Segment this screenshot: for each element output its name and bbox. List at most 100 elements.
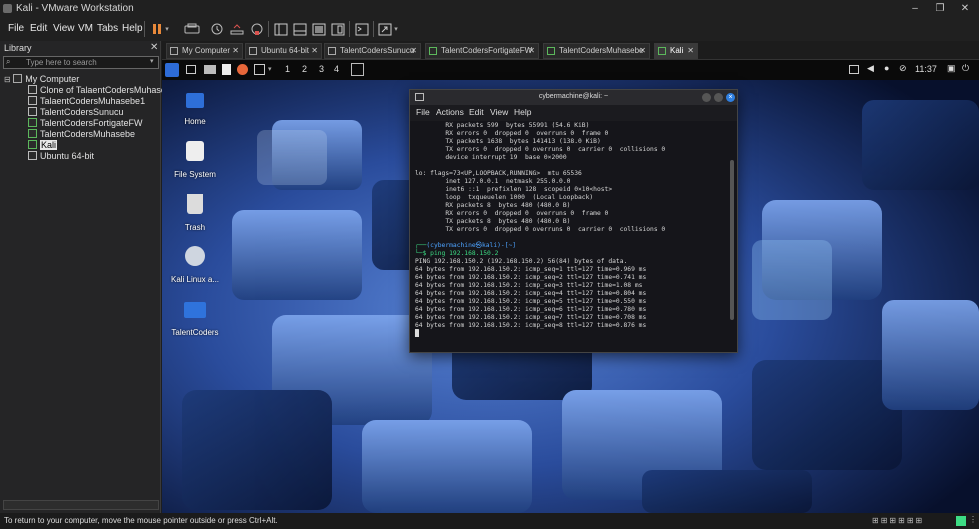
lock-icon[interactable]: ▣	[947, 63, 956, 74]
close-tab-icon[interactable]: ✕	[528, 44, 535, 58]
terminal-menu-file[interactable]: File	[416, 107, 430, 117]
close-tab-icon[interactable]: ✕	[410, 44, 417, 58]
library-panel: Library ✕ Type here to search ⌕ ▾ ⊟ My C…	[0, 41, 181, 513]
close-tab-icon[interactable]: ✕	[639, 44, 646, 58]
library-search-input[interactable]: Type here to search	[3, 56, 159, 69]
trash-icon[interactable]	[187, 194, 203, 214]
snapshot-manager-icon[interactable]	[248, 20, 266, 38]
desktop-talentcoders-label[interactable]: TalentCoders	[165, 328, 225, 337]
vm-icon	[28, 85, 37, 94]
tab-my-computer[interactable]: My Computer ✕	[166, 43, 243, 59]
tree-item-label: TalaentCodersMuhasebe1	[40, 96, 146, 106]
desktop-kali-disc-label[interactable]: Kali Linux a...	[165, 275, 225, 284]
device-status-icons[interactable]: ⊞⊞⊞⊞⊞⊞	[872, 516, 924, 525]
tree-item-fortigatefw[interactable]: TalentCodersFortigateFW	[28, 118, 143, 128]
desktop-file-system-label[interactable]: File System	[165, 170, 225, 179]
menu-file[interactable]: File	[8, 23, 24, 34]
disc-icon[interactable]	[185, 246, 205, 266]
show-library-icon[interactable]	[272, 20, 290, 38]
menu-edit[interactable]: Edit	[30, 23, 47, 34]
tree-item-ubuntu[interactable]: Ubuntu 64-bit	[28, 151, 94, 161]
tab-label: TalentCodersSunucu	[340, 46, 415, 55]
text-editor-icon[interactable]	[222, 64, 231, 75]
tree-item-clone-muhasebe1[interactable]: Clone of TalaentCodersMuhasebe1	[28, 85, 181, 95]
file-manager-icon[interactable]	[204, 65, 216, 74]
terminal-menu-bar: File Actions Edit View Help	[410, 105, 737, 121]
pause-dropdown-icon[interactable]: ▾	[162, 20, 172, 38]
tree-item-kali[interactable]: Kali	[28, 140, 58, 150]
close-library-button[interactable]: ✕	[150, 42, 158, 53]
unity-mode-icon[interactable]	[329, 20, 347, 38]
status-menu-icon[interactable]: ⋮	[969, 515, 977, 524]
tree-root-my-computer[interactable]: ⊟ My Computer	[4, 74, 79, 84]
thumbnail-bar-icon[interactable]	[291, 20, 309, 38]
tab-ubuntu[interactable]: Ubuntu 64-bit ✕	[245, 43, 322, 59]
tree-item-sunucu[interactable]: TalentCodersSunucu	[28, 107, 124, 117]
show-desktop-icon[interactable]	[186, 65, 196, 74]
library-horizontal-scrollbar[interactable]	[3, 500, 159, 510]
tree-root-label: My Computer	[25, 74, 80, 84]
close-tab-icon[interactable]: ✕	[311, 44, 318, 58]
prompt-corner-icon: ┌──	[415, 242, 427, 249]
desktop-trash-label[interactable]: Trash	[165, 223, 225, 232]
workspace-4[interactable]: 4	[334, 64, 339, 74]
send-ctrl-alt-del-icon[interactable]	[183, 20, 201, 38]
menu-help[interactable]: Help	[122, 23, 143, 34]
full-screen-icon[interactable]	[310, 20, 328, 38]
terminal-scrollbar[interactable]	[730, 160, 734, 320]
tree-item-muhasebe[interactable]: TalentCodersMuhasebe	[28, 129, 135, 139]
tab-label: TalentCodersMuhasebe	[559, 46, 644, 55]
power-indicator-icon[interactable]: ⊘	[899, 63, 907, 74]
workspace-2[interactable]: 2	[302, 64, 307, 74]
stretch-dropdown-icon[interactable]: ▾	[391, 20, 401, 38]
workspace-1[interactable]: 1	[285, 64, 290, 74]
terminal-window[interactable]: cybermachine@kali: ~ × File Actions Edit…	[409, 89, 738, 353]
kali-menu-icon[interactable]	[165, 63, 179, 77]
vmware-logo-icon	[3, 4, 12, 13]
tree-item-muhasebe1[interactable]: TalaentCodersMuhasebe1	[28, 96, 145, 106]
power-icon[interactable]: ⏻	[962, 63, 969, 74]
notifications-icon[interactable]: ●	[884, 63, 889, 73]
taskbar-terminal-icon[interactable]	[351, 63, 364, 76]
tree-item-label: Ubuntu 64-bit	[40, 151, 95, 161]
terminal-minimize-button[interactable]	[702, 93, 711, 102]
vm-tab-strip: My Computer ✕ Ubuntu 64-bit ✕ TalentCoders…	[162, 41, 979, 60]
search-dropdown-icon[interactable]: ▾	[150, 57, 154, 65]
volume-icon[interactable]: ◀	[867, 63, 874, 74]
vm-status-icon[interactable]	[956, 516, 966, 526]
launcher-dropdown-icon[interactable]: ▾	[268, 65, 272, 73]
tab-kali[interactable]: Kali ✕	[654, 43, 698, 59]
tab-fortigatefw[interactable]: TalentCodersFortigateFW ✕	[425, 43, 539, 59]
restore-button[interactable]: ❐	[932, 1, 948, 16]
display-icon[interactable]	[849, 65, 859, 74]
menu-view[interactable]: View	[53, 23, 75, 34]
terminal-menu-edit[interactable]: Edit	[469, 107, 484, 117]
menu-tabs[interactable]: Tabs	[97, 23, 118, 34]
terminal-output[interactable]: RX packets 599 bytes 55991 (54.6 KiB) RX…	[415, 122, 665, 338]
menu-vm[interactable]: VM	[78, 23, 93, 34]
close-tab-icon[interactable]: ✕	[232, 44, 239, 58]
minimize-button[interactable]: –	[907, 1, 923, 16]
firefox-icon[interactable]	[237, 64, 248, 75]
home-folder-icon[interactable]	[186, 93, 204, 108]
terminal-menu-help[interactable]: Help	[514, 107, 531, 117]
terminal-maximize-button[interactable]	[714, 93, 723, 102]
revert-snapshot-icon[interactable]	[228, 20, 246, 38]
clock[interactable]: 11:37	[915, 64, 937, 74]
terminal-menu-view[interactable]: View	[490, 107, 508, 117]
desktop-home-label[interactable]: Home	[165, 117, 225, 126]
collapse-icon[interactable]: ⊟	[4, 75, 11, 84]
terminal-launcher-icon[interactable]	[254, 64, 265, 75]
folder-icon[interactable]	[184, 302, 206, 318]
terminal-menu-actions[interactable]: Actions	[436, 107, 464, 117]
terminal-close-button[interactable]: ×	[726, 93, 735, 102]
close-tab-icon[interactable]: ✕	[687, 44, 694, 58]
prompt-arrow-icon: └─$	[415, 250, 431, 257]
tab-sunucu[interactable]: TalentCodersSunucu ✕	[324, 43, 421, 59]
close-window-button[interactable]: ✕	[957, 1, 973, 16]
file-system-icon[interactable]	[186, 141, 204, 161]
tab-muhasebe[interactable]: TalentCodersMuhasebe ✕	[543, 43, 650, 59]
console-view-icon[interactable]	[353, 20, 371, 38]
snapshot-icon[interactable]	[208, 20, 226, 38]
workspace-3[interactable]: 3	[319, 64, 324, 74]
